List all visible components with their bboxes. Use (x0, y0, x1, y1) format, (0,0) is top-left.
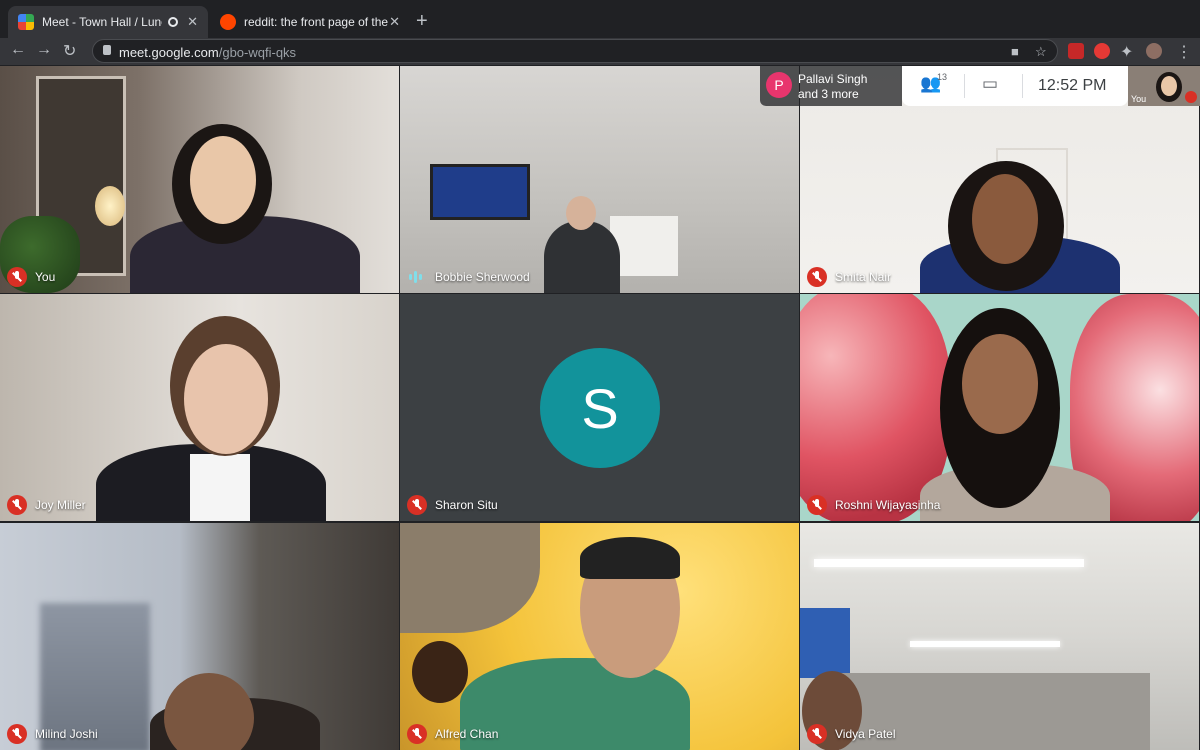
person-body (544, 221, 620, 293)
cabinet (610, 216, 678, 276)
star-icon[interactable]: ☆ (1035, 44, 1047, 60)
mic-off-icon (7, 495, 27, 515)
close-tab-icon[interactable]: ✕ (187, 14, 198, 30)
participant-tile[interactable]: Milind Joshi (0, 523, 399, 750)
participant-tile[interactable]: You (0, 66, 399, 293)
mic-off-icon (407, 495, 427, 515)
participant-name: Vidya Patel (835, 727, 896, 741)
new-tab-button[interactable]: + (416, 10, 428, 33)
person-face (1161, 76, 1177, 96)
participant-name: Sharon Situ (435, 498, 498, 512)
back-arrow-icon[interactable]: ← (10, 41, 26, 59)
tab-meet[interactable]: Meet - Town Hall / Lunch & ✕ (8, 6, 208, 38)
person-face (566, 196, 596, 230)
person-face (164, 673, 254, 750)
presenter-avatar: P (766, 72, 792, 98)
participant-tile[interactable]: Vidya Patel (800, 523, 1199, 750)
participant-name: Bobbie Sherwood (435, 270, 530, 284)
divider (964, 74, 965, 98)
participant-name: Smita Nair (835, 270, 892, 284)
person-hair (580, 537, 680, 579)
reload-icon[interactable]: ↻ (63, 41, 76, 61)
participant-name: Milind Joshi (35, 727, 98, 741)
tab-reddit[interactable]: reddit: the front page of the int ✕ (210, 6, 410, 38)
profile-avatar[interactable] (1146, 43, 1162, 59)
forward-arrow-icon[interactable]: → (36, 41, 52, 59)
mic-off-icon (807, 267, 827, 287)
background-hat (400, 523, 540, 633)
url-text: meet.google.com/gbo-wqfi-qks (119, 45, 296, 60)
person-face (184, 344, 268, 454)
person-face (190, 136, 256, 224)
person-face (962, 334, 1038, 434)
tab-title: Meet - Town Hall / Lunch & (42, 15, 162, 29)
self-label: You (1131, 94, 1147, 104)
presenter-others: and 3 more (798, 87, 859, 101)
reddit-favicon-icon (220, 14, 236, 30)
close-tab-icon[interactable]: ✕ (389, 14, 400, 30)
chat-icon[interactable]: ▭ (982, 74, 998, 94)
mic-off-icon (1185, 91, 1197, 103)
mic-off-icon (7, 724, 27, 744)
lock-icon (103, 45, 111, 55)
wall-art (800, 608, 850, 678)
person-face (972, 174, 1038, 264)
meeting-clock: 12:52 PM (1038, 77, 1107, 94)
presenting-indicator[interactable]: P Pallavi Singh and 3 more (760, 66, 902, 106)
mic-off-icon (807, 724, 827, 744)
ceiling-light (910, 641, 1060, 647)
divider (1022, 74, 1023, 98)
pikachu-eye (412, 641, 468, 703)
address-bar[interactable]: meet.google.com/gbo-wqfi-qks ■ ☆ (92, 39, 1058, 63)
participant-name: You (35, 270, 56, 284)
camera-icon[interactable]: ■ (1011, 44, 1019, 59)
participant-avatar: S (540, 348, 660, 468)
extension-icon[interactable] (1094, 43, 1110, 59)
participant-name: Joy Miller (35, 498, 86, 512)
participant-name: Alfred Chan (435, 727, 499, 741)
browser-toolbar: ← → ↻ meet.google.com/gbo-wqfi-qks ■ ☆ ✦… (0, 38, 1200, 65)
mic-off-icon (807, 495, 827, 515)
participant-tile[interactable]: Joy Miller (0, 294, 399, 521)
participant-count: 13 (937, 72, 948, 82)
participant-tile[interactable]: Roshni Wijayasinha (800, 294, 1199, 521)
self-view-thumbnail[interactable]: You (1128, 66, 1200, 106)
menu-dots-icon[interactable]: ⋮ (1176, 42, 1192, 62)
speaking-indicator-icon (409, 271, 425, 283)
url-host: meet.google.com (119, 45, 219, 60)
tab-title: reddit: the front page of the int (244, 15, 390, 29)
video-grid: You Bobbie Sherwood Smita Nair Joy Mille… (0, 66, 1200, 750)
lamp (95, 186, 125, 226)
tab-strip: Meet - Town Hall / Lunch & ✕ reddit: the… (0, 0, 1200, 38)
participant-tile[interactable]: Alfred Chan (400, 523, 799, 750)
mic-off-icon (7, 267, 27, 287)
meeting-info-bar: 👥 13 ▭ 12:52 PM (902, 66, 1128, 106)
mic-off-icon (407, 724, 427, 744)
recording-indicator-icon (168, 17, 178, 27)
url-path: /gbo-wqfi-qks (218, 45, 297, 60)
participant-tile[interactable]: Bobbie Sherwood (400, 66, 799, 293)
puzzle-extensions-icon[interactable]: ✦ (1120, 42, 1133, 62)
shirt-collar (190, 454, 250, 521)
meet-favicon-icon (18, 14, 34, 30)
wall-screen (430, 164, 530, 220)
participant-name: Roshni Wijayasinha (835, 498, 941, 512)
extension-icon[interactable] (1068, 43, 1084, 59)
participant-tile[interactable]: S Sharon Situ (400, 294, 799, 521)
ceiling-light (814, 559, 1084, 567)
presenter-name: Pallavi Singh (798, 72, 868, 86)
